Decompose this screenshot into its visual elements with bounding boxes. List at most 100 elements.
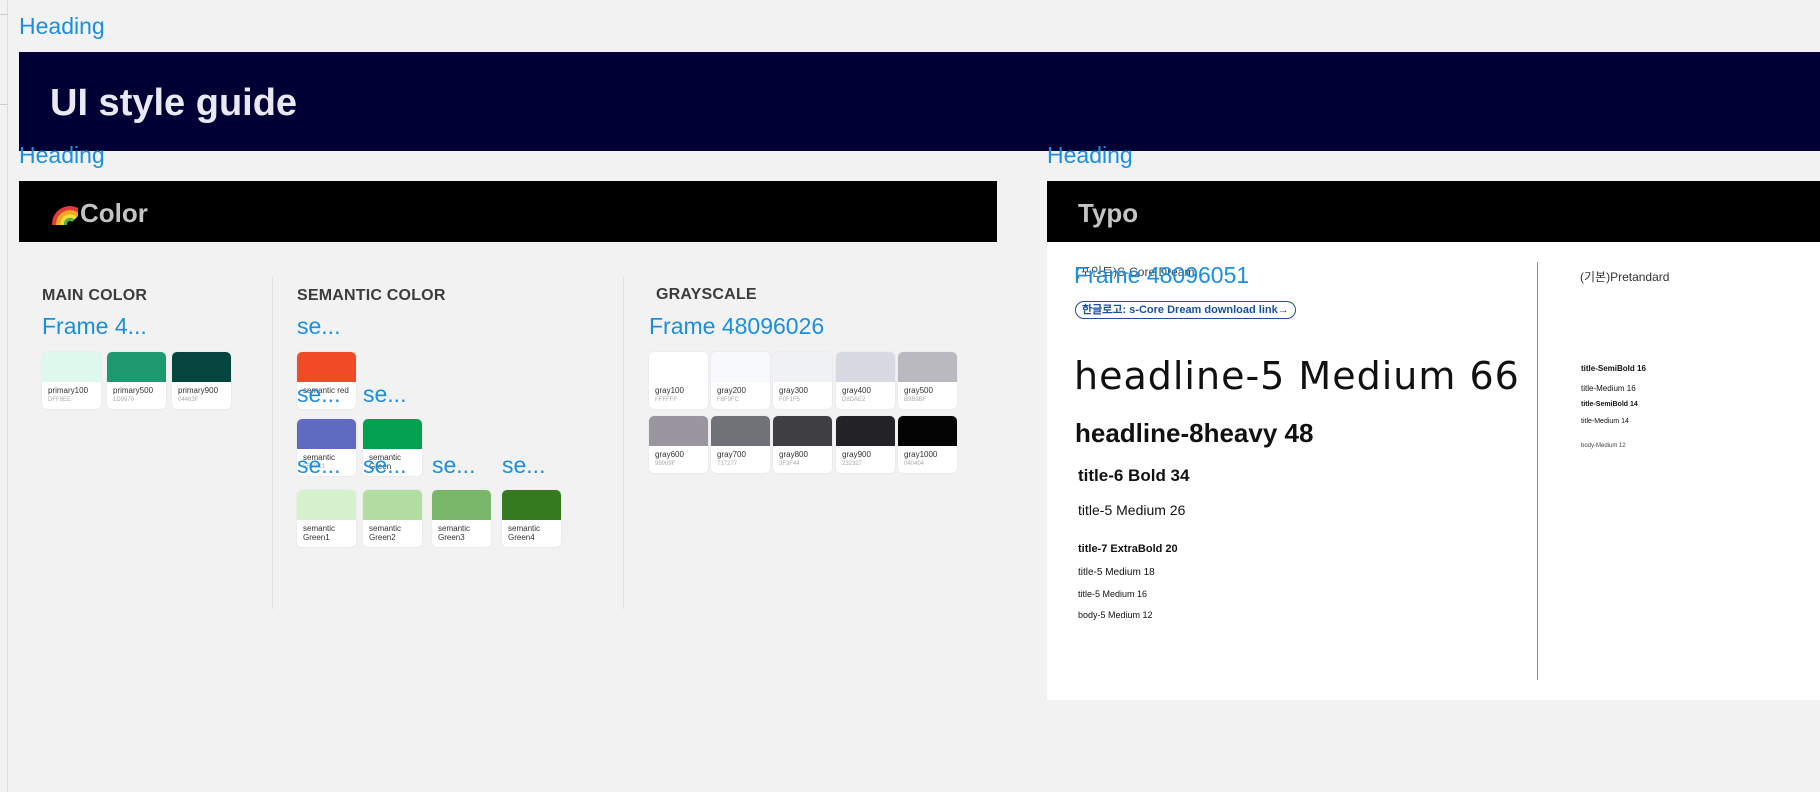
color-section-title: Color xyxy=(80,198,148,228)
frame-label-typo[interactable]: Frame 48096051 xyxy=(1074,262,1249,289)
swatch-gray800[interactable]: gray800 3F3F44 xyxy=(773,416,832,473)
swatch-semantic-green3[interactable]: semantic Green3 xyxy=(432,490,491,547)
color-chip xyxy=(432,490,491,520)
typo-sample-semibold-14: title-SemiBold 14 xyxy=(1581,401,1638,408)
typo-right-header: (기본)Pretandard xyxy=(1580,270,1670,284)
frame-label-semantic[interactable]: se... xyxy=(297,313,340,340)
semantic-color-title: SEMANTIC COLOR xyxy=(297,287,446,304)
swatch-gray1000[interactable]: gray1000 040404 xyxy=(898,416,957,473)
swatch-hex: D8DAE2 xyxy=(842,397,866,403)
swatch-name: gray600 xyxy=(655,450,684,459)
frame-label-semantic-row2b[interactable]: se... xyxy=(363,381,406,408)
swatch-name: semantic Green3 xyxy=(438,524,471,542)
typo-section-bar[interactable]: Typo xyxy=(1047,181,1820,242)
swatch-gray700[interactable]: gray700 717277 xyxy=(711,416,770,473)
swatch-name: gray200 xyxy=(717,386,746,395)
typo-sample-title-7: title-7 ExtraBold 20 xyxy=(1078,543,1178,555)
color-chip xyxy=(297,352,356,382)
swatch-gray300[interactable]: gray300 F0F1F5 xyxy=(773,352,832,409)
font-download-link[interactable]: 한글로고: s-Core Dream download link→ xyxy=(1075,301,1296,319)
frame-label-semantic-row2a[interactable]: se... xyxy=(297,381,340,408)
swatch-primary100[interactable]: primary100 DFF8EE xyxy=(42,352,101,409)
frame-label-heading-typo[interactable]: Heading xyxy=(1047,142,1133,169)
swatch-hex: F0F1F5 xyxy=(779,397,801,403)
typo-sample-semibold-16: title-SemiBold 16 xyxy=(1581,364,1646,373)
swatch-gray400[interactable]: gray400 D8DAE2 xyxy=(836,352,895,409)
swatch-hex: 04463F xyxy=(178,397,199,403)
color-section-bar[interactable]: Color xyxy=(19,181,997,242)
color-chip xyxy=(297,419,356,449)
style-guide-banner[interactable]: UI style guide xyxy=(19,52,1820,151)
color-chip xyxy=(649,352,708,382)
swatch-hex: DFF8EE xyxy=(48,397,72,403)
ruler-tick xyxy=(0,104,7,105)
swatch-name: semantic Green4 xyxy=(508,524,541,542)
banner-title: UI style guide xyxy=(50,82,298,124)
typo-sample-title-5-26: title-5 Medium 26 xyxy=(1078,502,1186,518)
swatch-hex: 1D9970 xyxy=(113,397,135,403)
frame-label-heading-color[interactable]: Heading xyxy=(19,142,105,169)
swatch-name: gray100 xyxy=(655,386,684,395)
swatch-name: semantic Green1 xyxy=(303,524,336,542)
ruler-tick xyxy=(0,14,7,15)
color-chip xyxy=(711,416,770,446)
color-chip xyxy=(773,352,832,382)
typo-sample-title-5-18: title-5 Medium 18 xyxy=(1078,567,1155,578)
frame-label-semantic-row3c[interactable]: se... xyxy=(432,452,475,479)
color-chip xyxy=(363,490,422,520)
swatch-gray900[interactable]: gray900 232327 xyxy=(836,416,895,473)
typo-sample-body-medium-12: body-Medium 12 xyxy=(1581,443,1626,449)
swatch-name: gray400 xyxy=(842,386,871,395)
frame-label-grayscale[interactable]: Frame 48096026 xyxy=(649,313,824,340)
swatch-hex: 717277 xyxy=(717,461,738,467)
color-chip xyxy=(649,416,708,446)
typo-sample-medium-16: title-Medium 16 xyxy=(1581,384,1636,393)
swatch-name: gray800 xyxy=(779,450,808,459)
color-chip xyxy=(363,419,422,449)
swatch-gray500[interactable]: gray500 B9B9BF xyxy=(898,352,957,409)
typo-sample-title-6: title-6 Bold 34 xyxy=(1078,466,1190,485)
swatch-hex: 040404 xyxy=(904,461,925,467)
swatch-gray100[interactable]: gray100 FFFFFF xyxy=(649,352,708,409)
swatch-primary900[interactable]: primary900 04463F xyxy=(172,352,231,409)
color-chip xyxy=(773,416,832,446)
swatch-semantic-green1[interactable]: semantic Green1 xyxy=(297,490,356,547)
canvas-left-ruler xyxy=(7,0,8,792)
typo-section-title: Typo xyxy=(1078,198,1139,228)
frame-label-semantic-row3b[interactable]: se... xyxy=(363,452,406,479)
color-chip xyxy=(898,416,957,446)
swatch-gray600[interactable]: gray600 99969F xyxy=(649,416,708,473)
swatch-name: gray500 xyxy=(904,386,933,395)
typo-sample-title-5-16: title-5 Medium 16 xyxy=(1078,589,1148,599)
swatch-hex: FFFFFF xyxy=(655,397,677,403)
frame-label-semantic-row3d[interactable]: se... xyxy=(502,452,545,479)
frame-label-semantic-row3a[interactable]: se... xyxy=(297,452,340,479)
typo-sample-headline-8: headline-8heavy 48 xyxy=(1075,418,1314,448)
swatch-name: gray300 xyxy=(779,386,808,395)
frame-label-heading-top[interactable]: Heading xyxy=(19,13,105,40)
swatch-name: gray1000 xyxy=(904,450,938,459)
swatch-name: semantic Green2 xyxy=(369,524,402,542)
color-chip xyxy=(836,352,895,382)
swatch-gray200[interactable]: gray200 F8F9FC xyxy=(711,352,770,409)
swatch-semantic-green2[interactable]: semantic Green2 xyxy=(363,490,422,547)
color-chip xyxy=(42,352,101,382)
color-chip xyxy=(172,352,231,382)
typo-sample-medium-14: title-Medium 14 xyxy=(1581,418,1629,425)
color-chip xyxy=(836,416,895,446)
swatch-hex: 232327 xyxy=(842,461,863,467)
swatch-name: gray900 xyxy=(842,450,871,459)
color-group-divider xyxy=(272,277,273,609)
swatch-name: primary500 xyxy=(113,386,154,395)
color-chip xyxy=(502,490,561,520)
swatch-semantic-green4[interactable]: semantic Green4 xyxy=(502,490,561,547)
typo-sample-headline-5: headline-5 Medium 66 xyxy=(1074,354,1520,398)
swatch-primary500[interactable]: primary500 1D9970 xyxy=(107,352,166,409)
swatch-name: primary900 xyxy=(178,386,219,395)
main-color-title: MAIN COLOR xyxy=(42,287,148,304)
typo-sample-body-5: body-5 Medium 12 xyxy=(1078,610,1153,620)
frame-label-main[interactable]: Frame 4... xyxy=(42,313,147,340)
color-chip xyxy=(898,352,957,382)
color-chip xyxy=(297,490,356,520)
typo-column-divider xyxy=(1537,262,1538,680)
